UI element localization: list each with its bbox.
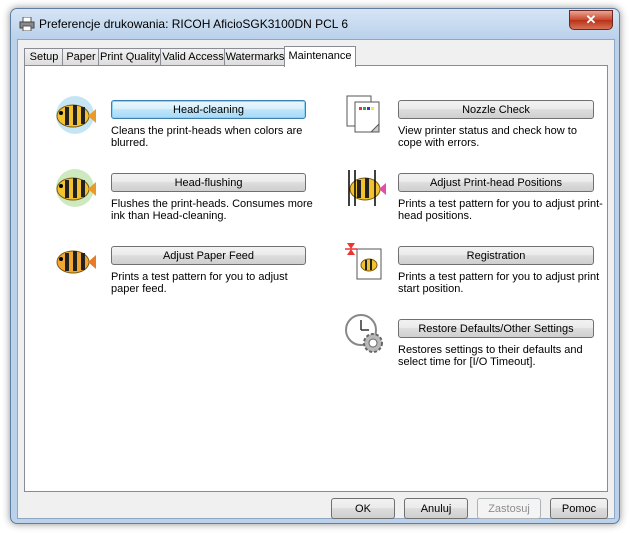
help-button[interactable]: Pomoc [550,498,608,519]
tab-print-quality[interactable]: Print Quality [98,48,162,66]
head-flushing-button[interactable]: Head-flushing [111,173,306,192]
registration-button[interactable]: Registration [398,246,594,265]
nozzle-check-icon [346,95,380,133]
restore-defaults-description: Restores settings to their defaults and … [398,344,583,368]
ok-button[interactable]: OK [331,498,395,519]
tab-maintenance[interactable]: Maintenance [284,46,356,67]
nozzle-check-description: View printer status and check how to cop… [398,125,577,149]
close-button[interactable]: ✕ [569,10,613,30]
cancel-button[interactable]: Anuluj [404,498,468,519]
apply-button: Zastosuj [477,498,541,519]
tab-valid-access[interactable]: Valid Access [160,48,226,66]
head-cleaning-icon [56,96,96,134]
head-cleaning-button[interactable]: Head-cleaning [111,100,306,119]
clock-gear-icon [345,314,383,353]
head-flushing-icon [56,169,96,207]
tab-paper[interactable]: Paper [62,48,100,66]
print-head-alignment-icon [348,170,386,206]
maintenance-panel: Head-cleaning Cleans the print-heads whe… [24,65,608,492]
tab-watermarks[interactable]: Watermarks [224,48,286,66]
restore-defaults-button[interactable]: Restore Defaults/Other Settings [398,319,594,338]
adjust-print-head-description: Prints a test pattern for you to adjust … [398,198,603,222]
nozzle-check-button[interactable]: Nozzle Check [398,100,594,119]
registration-description: Prints a test pattern for you to adjust … [398,271,600,295]
printing-preferences-window: Preferencje drukowania: RICOH AficioSGK3… [10,8,620,524]
paper-feed-icon [56,250,96,274]
adjust-paper-feed-button[interactable]: Adjust Paper Feed [111,246,306,265]
adjust-print-head-positions-button[interactable]: Adjust Print-head Positions [398,173,594,192]
registration-icon [345,243,382,280]
head-cleaning-description: Cleans the print-heads when colors are b… [111,125,303,149]
adjust-paper-feed-description: Prints a test pattern for you to adjust … [111,271,288,295]
tab-setup[interactable]: Setup [24,48,64,66]
dialog-client: Setup Paper Print Quality Valid Access W… [17,39,615,519]
printer-icon [19,17,35,31]
head-flushing-description: Flushes the print-heads. Consumes more i… [111,198,313,222]
window-title: Preferencje drukowania: RICOH AficioSGK3… [39,17,349,31]
title-bar[interactable]: Preferencje drukowania: RICOH AficioSGK3… [11,9,619,39]
